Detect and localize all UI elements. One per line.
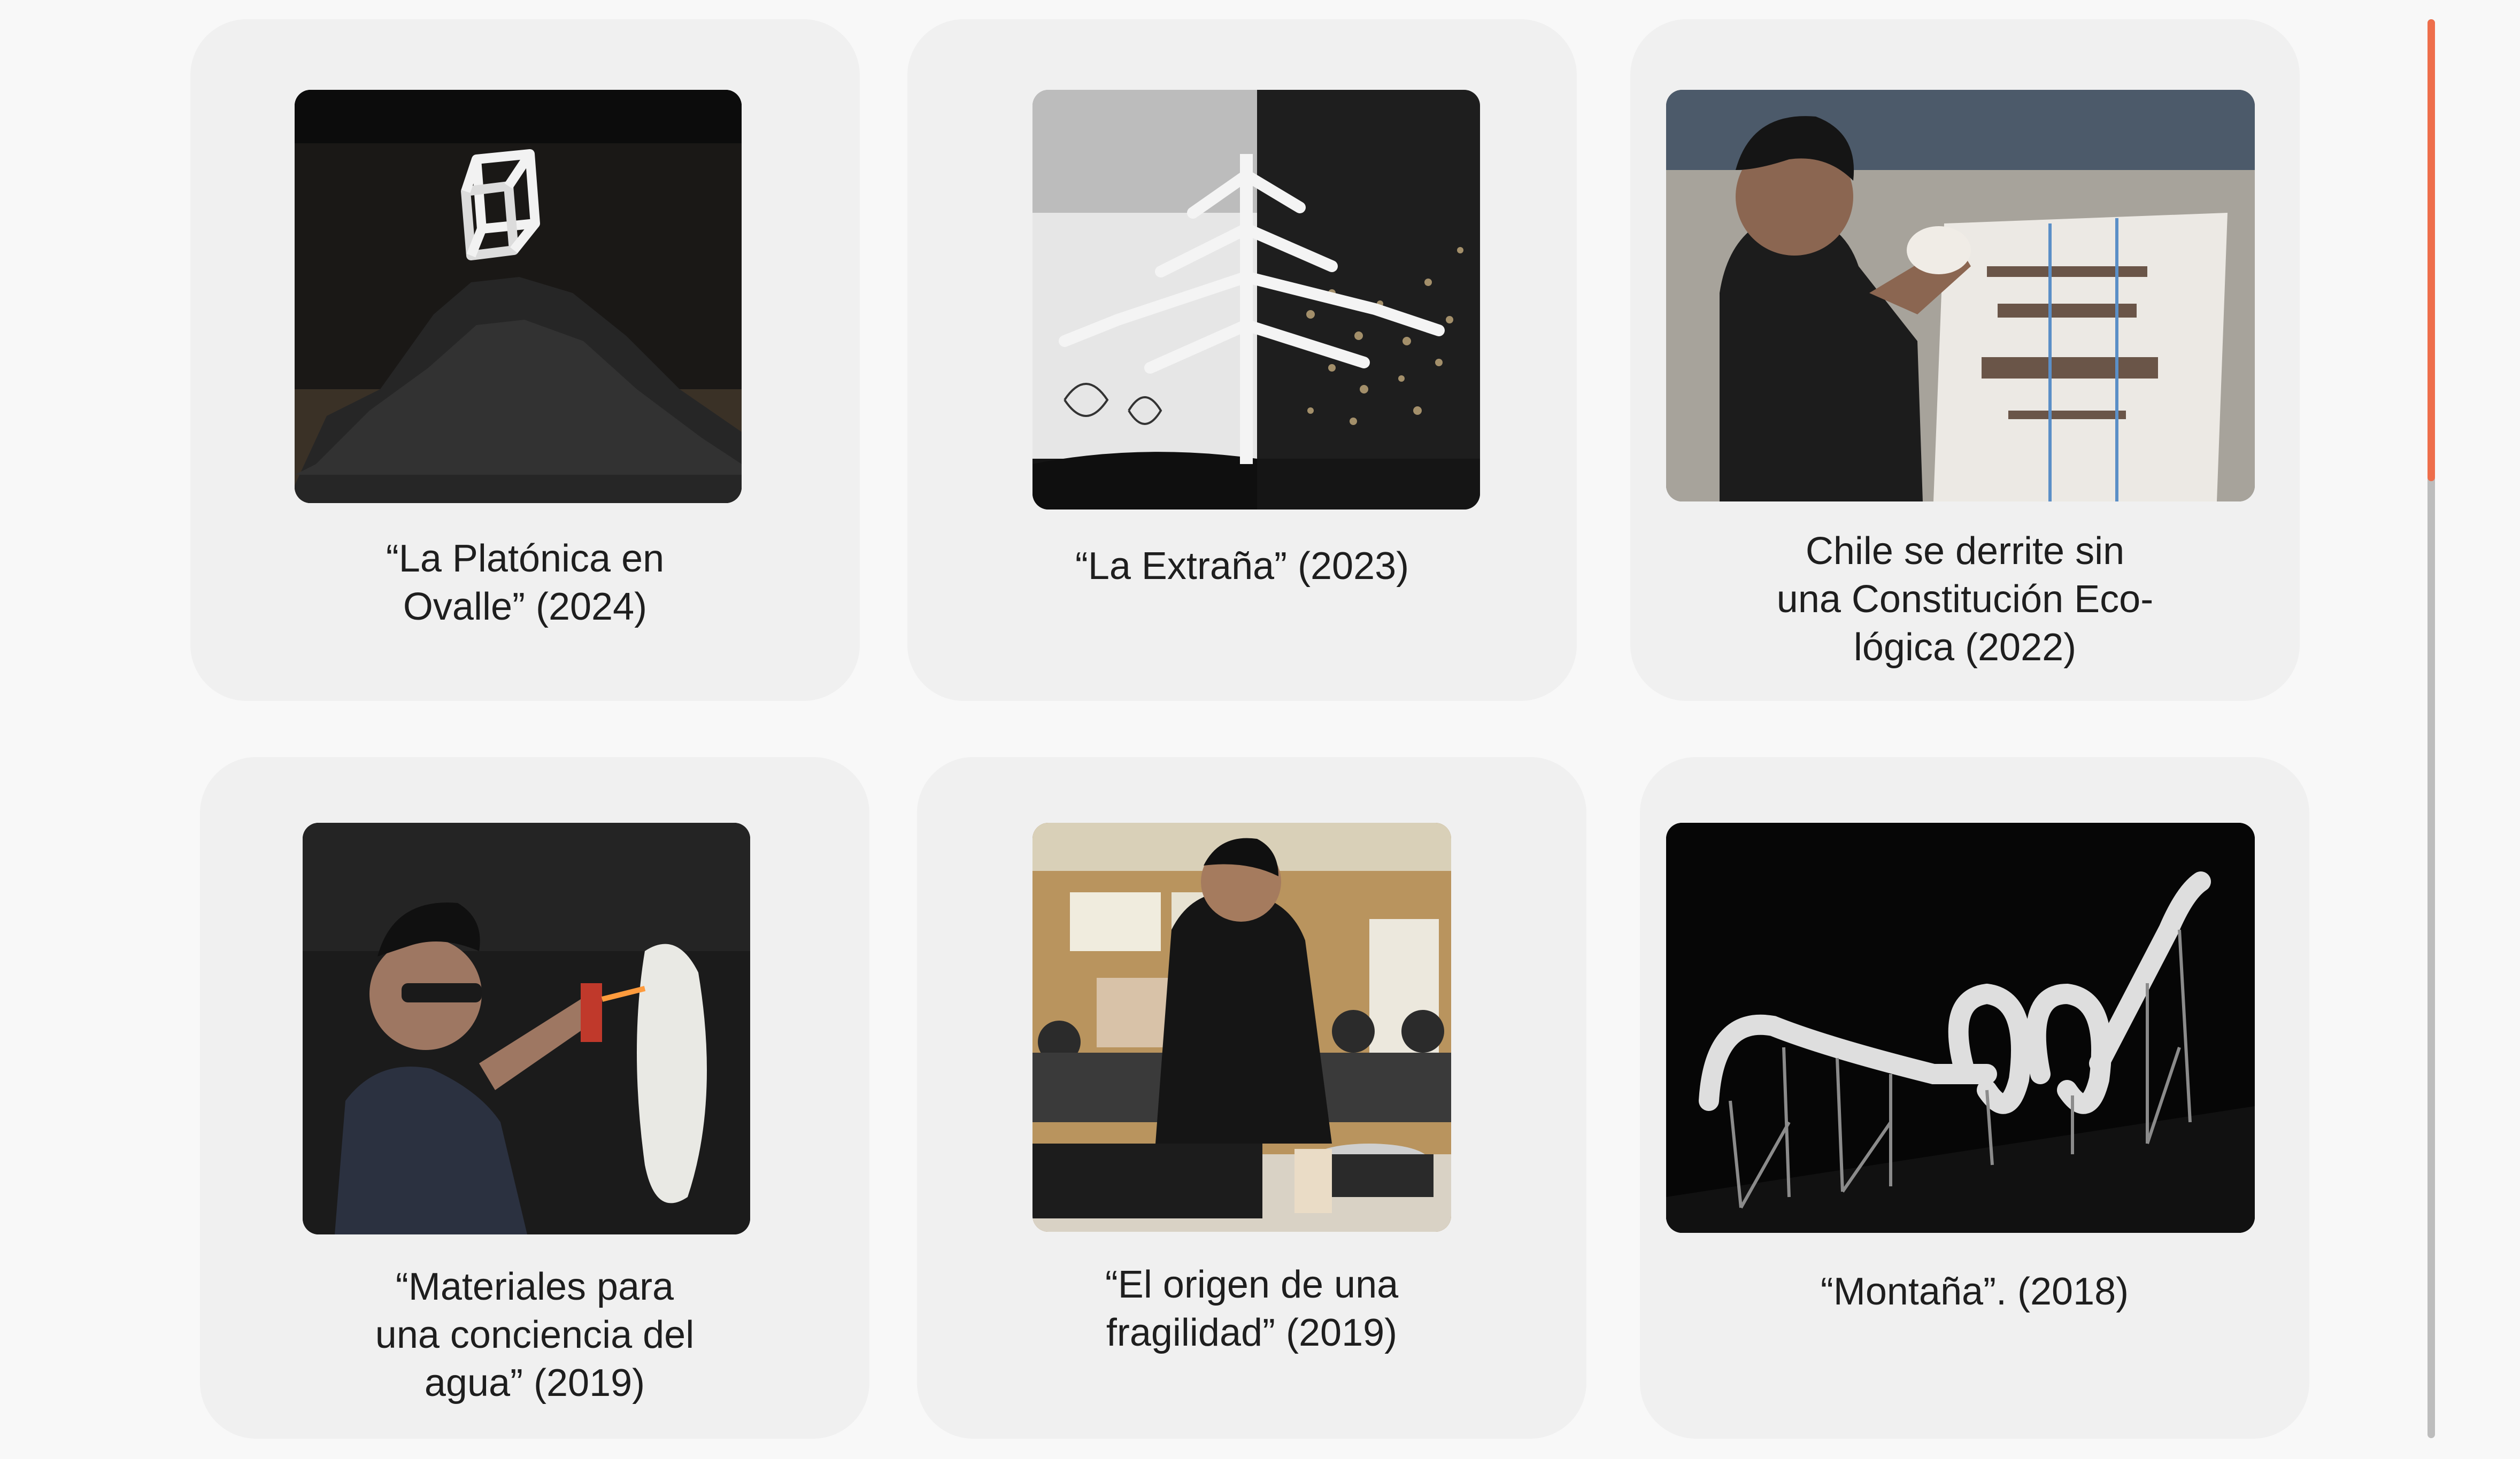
gallery-card[interactable]: “La Platónica en Ovalle” (2024) [190,19,860,701]
gallery-card[interactable]: “La Extraña” (2023) [907,19,1577,701]
gallery-page: “La Platónica en Ovalle” (2024) “La Extr… [0,0,2520,1459]
gallery-caption: “La Platónica en Ovalle” (2024) [386,537,665,628]
gallery-image[interactable] [1032,90,1480,510]
gallery-caption: Chile se derrite sin una Constitución Ec… [1776,530,2154,669]
gallery-image[interactable] [1666,90,2255,501]
gallery-image[interactable] [1666,823,2255,1233]
gallery-card[interactable]: Chile se derrite sin una Constitución Ec… [1630,19,2300,701]
gallery-image[interactable] [295,90,742,503]
gallery-caption: “Materiales para una conciencia del agua… [375,1265,695,1404]
gallery-card[interactable]: “Materiales para una conciencia del agua… [200,757,869,1439]
scrollbar-thumb[interactable] [2427,19,2435,481]
gallery-card[interactable]: “El origen de una fragilidad” (2019) [917,757,1586,1439]
gallery-caption: “La Extraña” (2023) [1075,545,1409,588]
gallery-image[interactable] [303,823,750,1234]
scrollbar-track[interactable] [2427,19,2435,1438]
gallery-image[interactable] [1032,823,1451,1232]
gallery-caption: “El origen de una fragilidad” (2019) [1105,1263,1399,1354]
gallery-caption: “Montaña”. (2018) [1820,1270,2129,1313]
gallery-card[interactable]: “Montaña”. (2018) [1640,757,2309,1439]
